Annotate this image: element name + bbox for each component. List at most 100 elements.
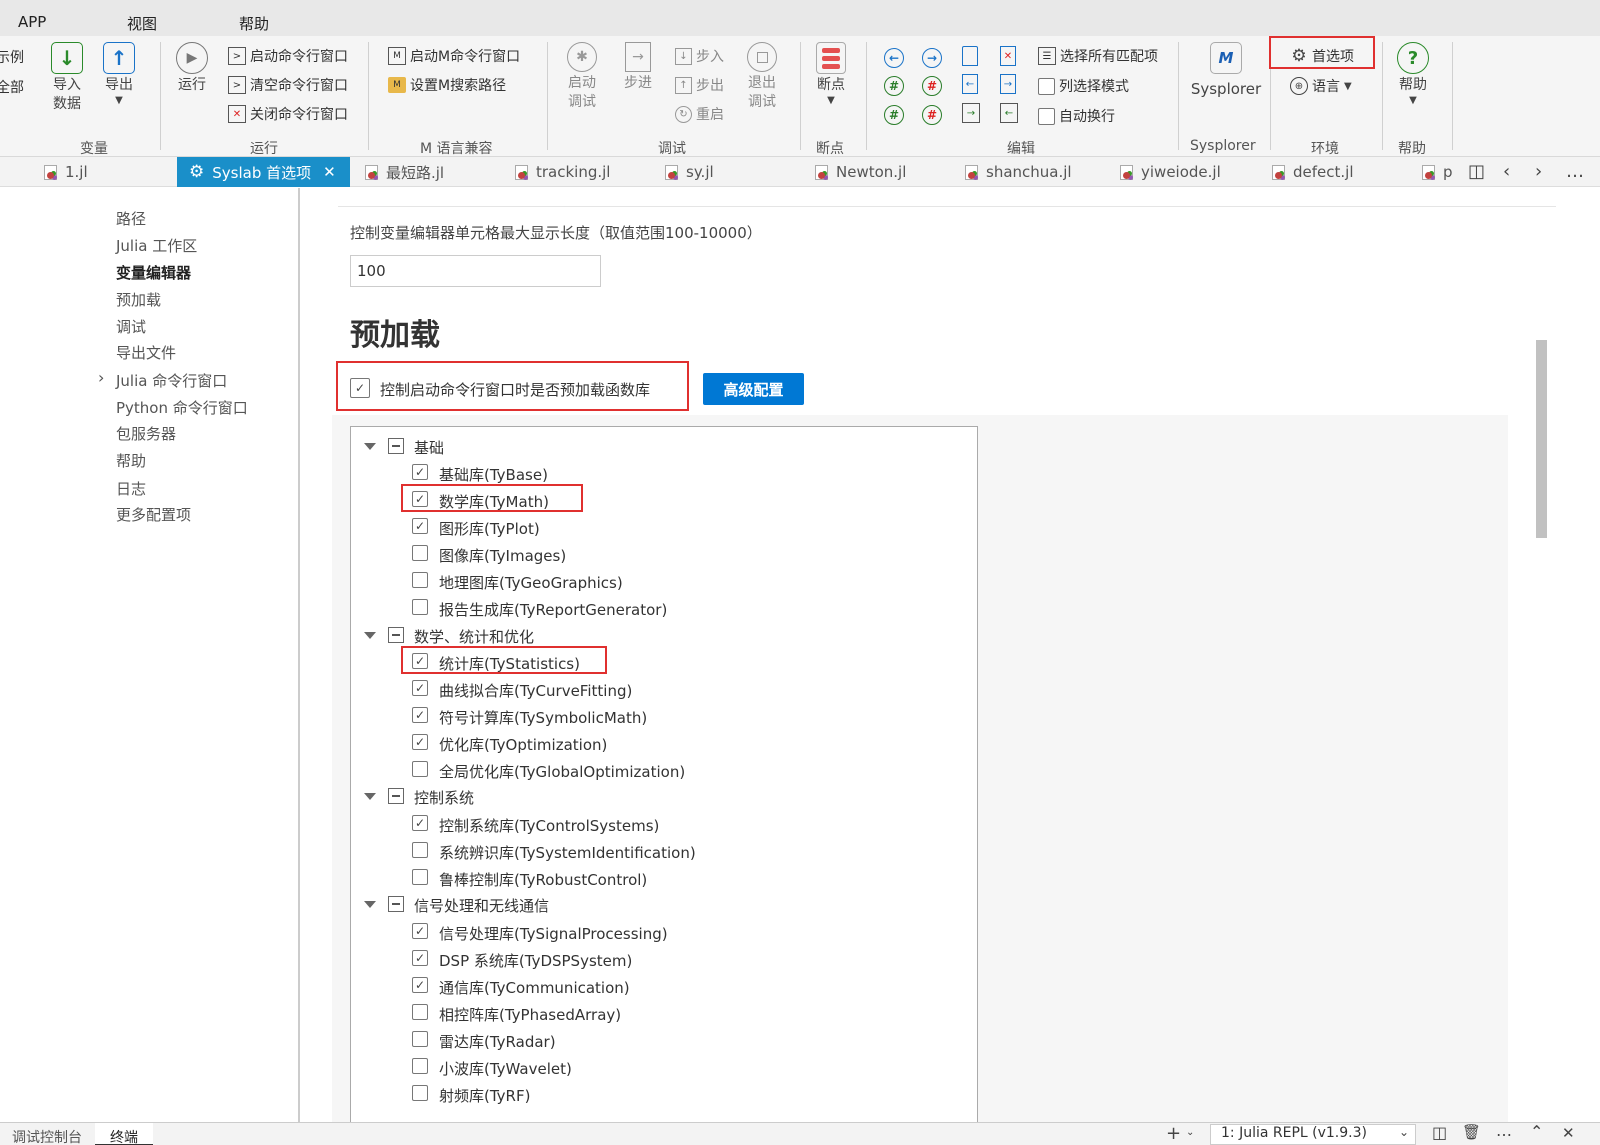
tab-p[interactable]: p [1422,157,1462,187]
sysplorer-button[interactable]: M Sysplorer [1188,42,1264,99]
advanced-config-button[interactable]: 高级配置 [703,373,804,405]
help-button[interactable]: ? 帮助 ▼ [1396,42,1430,106]
expand-caret-icon[interactable] [364,901,376,908]
terminal-select[interactable]: 1: Julia REPL (v1.9.3) ⌄ [1210,1124,1416,1145]
tab-preferences[interactable]: ⚙ Syslab 首选项 ✕ [177,157,350,187]
trash-icon[interactable]: 🗑 [1462,1123,1481,1141]
group-collapse-icon[interactable] [388,438,404,454]
group-collapse-icon[interactable] [388,627,404,643]
lib-checkbox[interactable]: ✓ [412,518,428,534]
chevron-right-icon[interactable]: › [98,368,104,387]
step-in-button[interactable]: ↓ 步入 [675,46,724,66]
nav-item-julia-workspace[interactable]: Julia 工作区 [116,235,197,256]
group-collapse-icon[interactable] [388,896,404,912]
tab-yiweiode[interactable]: yiweiode.jl [1120,157,1260,187]
lib-checkbox[interactable]: ✓ [412,950,428,966]
start-cmd-button[interactable]: > 启动命令行窗口 [228,46,348,66]
lib-checkbox[interactable] [412,1058,428,1074]
tab-terminal[interactable]: 终端 [95,1123,153,1145]
run-button[interactable]: ▶ 运行 [175,42,209,95]
nav-forward-icon[interactable]: → [922,48,942,68]
cell-length-input[interactable] [350,255,601,287]
group-collapse-icon[interactable] [388,788,404,804]
set-m-path-button[interactable]: M 设置M搜索路径 [388,75,506,95]
clear-cmd-button[interactable]: > 清空命令行窗口 [228,75,348,95]
block-uncomment-icon[interactable]: # [922,105,942,125]
nav-item-log[interactable]: 日志 [116,478,146,499]
import-data-button[interactable]: ↓ 导入数据 [50,42,84,114]
menu-help[interactable]: 帮助 [239,13,269,34]
start-debug-button[interactable]: ✱ 启动调试 [565,42,599,112]
split-terminal-icon[interactable]: ◫ [1432,1123,1447,1142]
bookmark-next-icon[interactable]: → [1000,74,1016,94]
language-button[interactable]: ⊕ 语言 ▼ [1290,76,1352,96]
bookmark-clear-icon[interactable]: ✕ [1000,46,1016,66]
expand-caret-icon[interactable] [364,443,376,450]
tab-newton[interactable]: Newton.jl [815,157,955,187]
more-icon[interactable]: … [1496,1121,1512,1140]
tab-sy[interactable]: sy.jl [665,157,805,187]
nav-item-export-file[interactable]: 导出文件 [116,342,176,363]
lib-checkbox[interactable]: ✓ [412,815,428,831]
tab-debug-console[interactable]: 调试控制台 [12,1127,82,1145]
select-all-matches-button[interactable]: ☰ 选择所有匹配项 [1038,46,1158,66]
nav-item-path[interactable]: 路径 [116,208,146,229]
lib-checkbox[interactable] [412,761,428,777]
lib-checkbox[interactable]: ✓ [412,707,428,723]
nav-item-preload[interactable]: 预加载 [116,289,161,310]
nav-item-package-server[interactable]: 包服务器 [116,423,176,444]
maximize-panel-icon[interactable]: ⌃ [1530,1122,1543,1141]
lib-checkbox[interactable]: ✓ [412,653,428,669]
close-cmd-button[interactable]: ✕ 关闭命令行窗口 [228,104,348,124]
step-button[interactable]: → 步进 [621,42,655,93]
lib-checkbox[interactable] [412,842,428,858]
tab-defect[interactable]: defect.jl [1272,157,1412,187]
examples-button[interactable]: 示例 [0,47,24,67]
chevron-right-icon[interactable]: › [1535,161,1542,182]
word-wrap-toggle[interactable]: 自动换行 [1038,106,1115,126]
lib-checkbox[interactable] [412,869,428,885]
close-icon[interactable]: ✕ [323,163,336,181]
nav-item-variable-editor[interactable]: 变量编辑器 [116,262,191,283]
breakpoint-button[interactable]: 断点 ▼ [814,42,848,106]
scrollbar-thumb[interactable] [1536,340,1547,538]
lib-checkbox[interactable]: ✓ [412,923,428,939]
export-button[interactable]: ↑ 导出 ▼ [102,42,136,106]
lib-checkbox[interactable]: ✓ [412,977,428,993]
nav-item-python-cmd[interactable]: Python 命令行窗口 [116,397,248,418]
uncomment-icon[interactable]: # [922,76,942,96]
bookmark-icon[interactable] [962,46,978,66]
nav-item-debug[interactable]: 调试 [116,316,146,337]
lib-checkbox[interactable] [412,572,428,588]
menu-app[interactable]: APP [18,13,46,31]
lib-checkbox[interactable]: ✓ [412,680,428,696]
outdent-icon[interactable]: ← [1000,103,1018,123]
comment-icon[interactable]: # [884,76,904,96]
lib-checkbox[interactable] [412,1004,428,1020]
expand-caret-icon[interactable] [364,632,376,639]
split-editor-icon[interactable]: ◫ [1468,161,1485,182]
lib-checkbox[interactable]: ✓ [412,734,428,750]
nav-item-help[interactable]: 帮助 [116,450,146,471]
lib-checkbox[interactable] [412,599,428,615]
restart-button[interactable]: ↻ 重启 [675,104,724,124]
lib-checkbox[interactable]: ✓ [412,464,428,480]
tab-tracking[interactable]: tracking.jl [515,157,655,187]
nav-item-more-config[interactable]: 更多配置项 [116,504,191,525]
more-icon[interactable]: … [1566,161,1584,182]
nav-item-julia-cmd[interactable]: Julia 命令行窗口 [116,370,227,391]
lib-checkbox[interactable]: ✓ [412,491,428,507]
chevron-left-icon[interactable]: ‹ [1503,161,1510,182]
lib-checkbox[interactable] [412,1085,428,1101]
close-icon[interactable]: ✕ [1562,1124,1575,1142]
menu-view[interactable]: 视图 [127,13,157,34]
indent-icon[interactable]: → [962,103,980,123]
plus-icon[interactable]: + [1166,1123,1181,1144]
column-select-toggle[interactable]: 列选择模式 [1038,76,1129,96]
tab-1-jl[interactable]: 1.jl [40,157,177,187]
lib-checkbox[interactable] [412,1031,428,1047]
tab-shanchua[interactable]: shanchua.jl [965,157,1105,187]
start-m-cmd-button[interactable]: M 启动M命令行窗口 [388,46,520,66]
block-comment-icon[interactable]: # [884,105,904,125]
exit-debug-button[interactable]: 退出调试 [745,42,779,112]
